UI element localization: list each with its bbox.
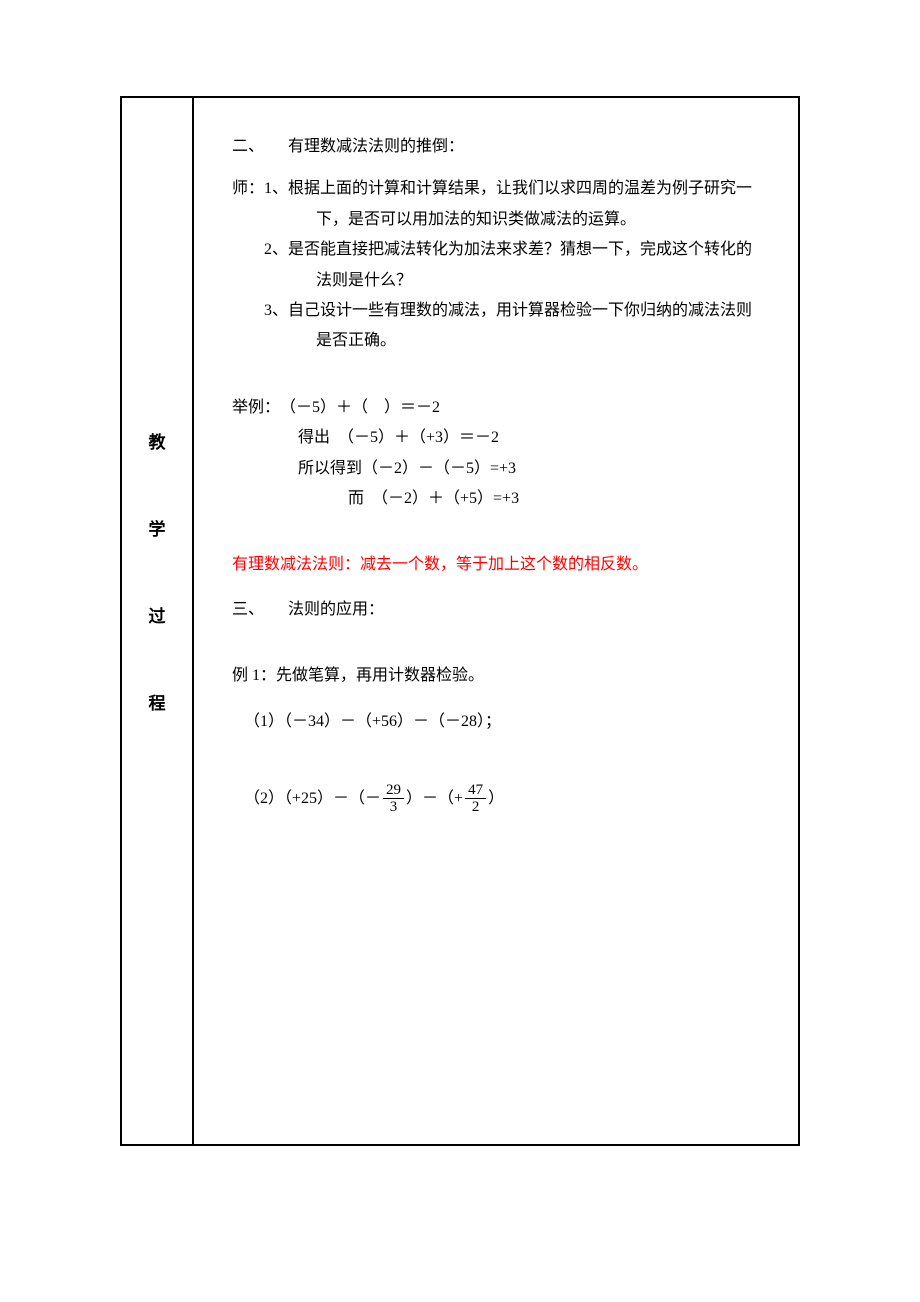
side-label-4: 程 <box>149 689 166 714</box>
side-label-3: 过 <box>149 602 166 627</box>
teacher-label-spacer <box>232 296 264 326</box>
section-2-heading: 二、 有理数减法法则的推倒： <box>232 132 772 162</box>
example-line-3: 所以得到（－2）－（－5）=+3 <box>232 454 772 484</box>
teacher-item-2-line1: 2、 是否能直接把减法转化为加法来求差？猜想一下，完成这个转化的 <box>232 235 772 265</box>
item-text: 根据上面的计算和计算结果，让我们以求四周的温差为例子研究一 <box>288 174 772 204</box>
item-number: 2、 <box>264 235 288 265</box>
q2-suffix: ） <box>488 784 504 814</box>
teacher-label-spacer <box>232 235 264 265</box>
fraction-1-numerator: 29 <box>383 782 404 800</box>
teacher-item-1-line2: 下，是否可以用加法的知识类做减法的运算。 <box>232 205 772 235</box>
lesson-plan-table: 教 学 过 程 二、 有理数减法法则的推倒： 师： 1、 根据上面的计算和计算结… <box>120 96 800 1146</box>
example-1-question-1: （1）（－34）－（+56）－（－28）； <box>232 707 772 737</box>
example-line-4: 而 （－2）＋（+5）=+3 <box>232 484 772 514</box>
fraction-2-numerator: 47 <box>465 782 486 800</box>
teacher-item-2-line2: 法则是什么？ <box>232 266 772 296</box>
section-3-heading: 三、 法则的应用： <box>232 595 772 625</box>
teacher-item-3-line1: 3、 自己设计一些有理数的减法，用计算器检验一下你归纳的减法法则 <box>232 296 772 326</box>
example-1-question-2: （2）（+25）－（－ 29 3 ）－（+ 47 2 ） <box>232 782 772 816</box>
item-text: 自己设计一些有理数的减法，用计算器检验一下你归纳的减法法则 <box>288 296 772 326</box>
side-label-2: 学 <box>149 515 166 540</box>
example-line-2: 得出 （－5）＋（+3）＝－2 <box>232 423 772 453</box>
teacher-item-1-line1: 师： 1、 根据上面的计算和计算结果，让我们以求四周的温差为例子研究一 <box>232 174 772 204</box>
fraction-1-denominator: 3 <box>387 799 401 816</box>
item-text: 是否能直接把减法转化为加法来求差？猜想一下，完成这个转化的 <box>288 235 772 265</box>
example-line-1: 举例： （－5）＋（ ）＝－2 <box>232 393 772 423</box>
example-1-title: 例 1：先做笔算，再用计数器检验。 <box>232 661 772 691</box>
fraction-1: 29 3 <box>383 782 404 816</box>
subtraction-rule-highlight: 有理数减法法则：减去一个数，等于加上这个数的相反数。 <box>232 550 772 580</box>
teacher-dialogue-block: 师： 1、 根据上面的计算和计算结果，让我们以求四周的温差为例子研究一 下，是否… <box>232 174 772 356</box>
teacher-item-3-line2: 是否正确。 <box>232 326 772 356</box>
item-number: 3、 <box>264 296 288 326</box>
fraction-2-denominator: 2 <box>469 799 483 816</box>
item-number: 1、 <box>264 174 288 204</box>
content-column: 二、 有理数减法法则的推倒： 师： 1、 根据上面的计算和计算结果，让我们以求四… <box>194 98 798 1144</box>
fraction-2: 47 2 <box>465 782 486 816</box>
side-label-1: 教 <box>149 428 166 453</box>
teacher-label: 师： <box>232 174 264 204</box>
q2-prefix: （2）（+25）－（－ <box>244 784 381 814</box>
side-label-column: 教 学 过 程 <box>122 98 194 1144</box>
worked-example-block: 举例： （－5）＋（ ）＝－2 得出 （－5）＋（+3）＝－2 所以得到（－2）… <box>232 393 772 515</box>
q2-mid: ）－（+ <box>406 784 463 814</box>
